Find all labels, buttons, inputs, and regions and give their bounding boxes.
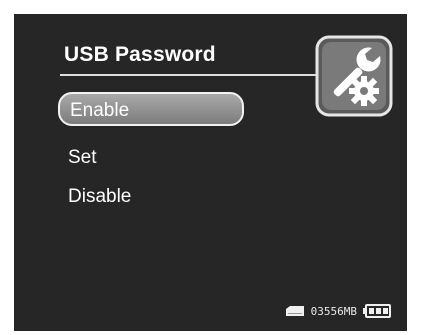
title-divider — [60, 74, 320, 76]
menu-item-disable[interactable]: Disable — [58, 180, 244, 214]
page-title: USB Password — [64, 43, 216, 66]
status-bar: 03556MB — [285, 303, 391, 319]
battery-full-icon — [363, 304, 391, 318]
storage-capacity: 03556MB — [310, 304, 357, 318]
storage-card-icon — [285, 306, 304, 316]
settings-wrench-gear-icon — [315, 35, 393, 117]
menu-item-enable[interactable]: Enable — [58, 92, 244, 126]
menu-item-set[interactable]: Set — [58, 141, 244, 175]
device-screen: USB Password Enable Set Disable 03556MB — [14, 14, 407, 331]
